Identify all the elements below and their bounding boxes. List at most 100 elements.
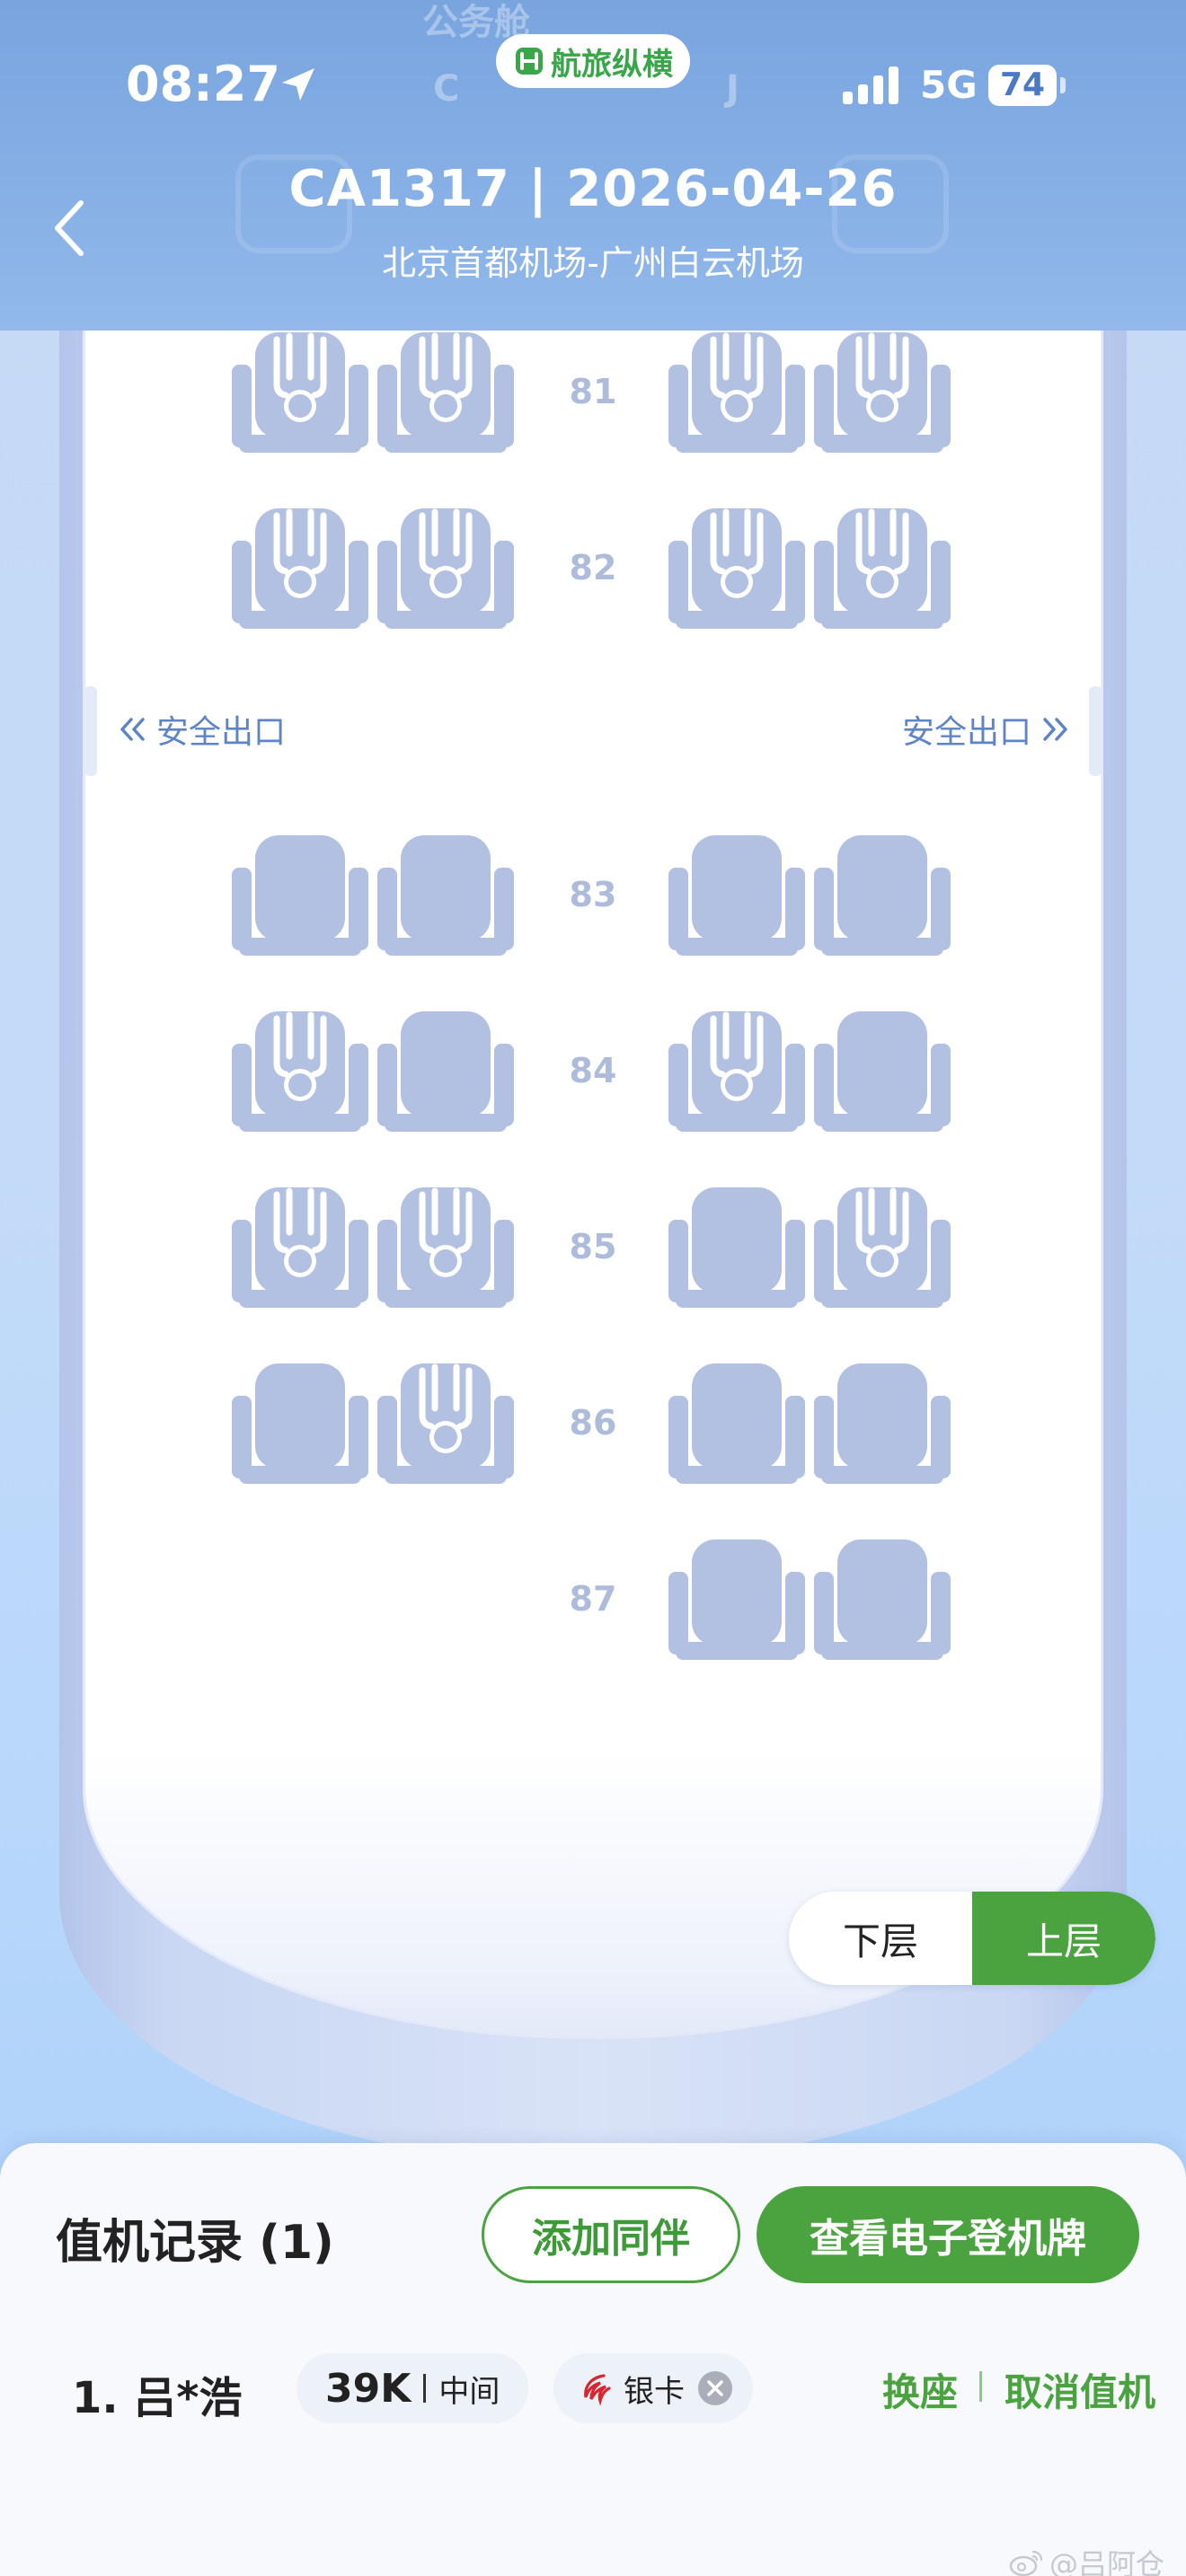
location-arrow-icon (282, 68, 314, 101)
seat-available-icon (814, 835, 951, 956)
seat-available[interactable] (376, 1008, 516, 1135)
seat-available-icon (377, 835, 514, 956)
seat-occupied (667, 329, 807, 456)
seat-available[interactable] (667, 1536, 807, 1663)
seat-occupied (230, 329, 370, 456)
seat-row: 83 (0, 832, 1186, 966)
seat-available[interactable] (812, 832, 952, 959)
seat-chip: 39K 中间 (296, 2353, 529, 2423)
seat-available[interactable] (812, 1008, 952, 1135)
seat-occupied (376, 505, 516, 632)
double-chevron-left-icon (120, 718, 145, 741)
seat-available[interactable] (667, 1184, 807, 1311)
deck-upper-button[interactable]: 上层 (972, 1892, 1155, 1985)
passenger-name: 1. 吕*浩 (72, 2373, 243, 2423)
seat-occupied (230, 1008, 370, 1135)
seat-occupied-icon (377, 332, 514, 453)
seat-available-icon (814, 1363, 951, 1484)
clear-circle-icon[interactable] (695, 2369, 735, 2408)
seat-occupied (812, 329, 952, 456)
checkin-panel-title: 值机记录 (1) (56, 2216, 334, 2270)
seat-available[interactable] (230, 832, 370, 959)
chip-divider (423, 2374, 427, 2403)
seat-occupied (812, 505, 952, 632)
flight-route: 北京首都机场-广州白云机场 (382, 243, 804, 283)
seat-occupied-icon (377, 1187, 514, 1308)
seat-available-icon (814, 1539, 951, 1660)
exit-label-left: 安全出口 (117, 706, 286, 753)
seat-occupied (667, 1008, 807, 1135)
signal-bars-icon (843, 66, 898, 104)
seat-available[interactable] (812, 1360, 952, 1487)
seat-occupied (230, 505, 370, 632)
seat-row: 87 (0, 1536, 1186, 1671)
watermark: @吕阿仓 (1008, 2542, 1164, 2576)
seat-occupied-icon (814, 508, 951, 629)
double-chevron-right-icon (1043, 718, 1067, 741)
seat-available-icon (232, 835, 368, 956)
seat-occupied-icon (232, 1011, 368, 1132)
view-boarding-pass-button[interactable]: 查看电子登机牌 (757, 2186, 1139, 2283)
exit-right-text: 安全出口 (902, 714, 1032, 751)
seat-occupied-icon (814, 1187, 951, 1308)
seat-available[interactable] (230, 1360, 370, 1487)
network-type: 5G (920, 63, 978, 107)
seat-available[interactable] (667, 1360, 807, 1487)
seat-occupied-icon (668, 1011, 805, 1132)
seat-available[interactable] (812, 1536, 952, 1663)
seat-available[interactable] (376, 832, 516, 959)
seat-occupied (376, 329, 516, 456)
status-time: 08:27 (126, 56, 280, 112)
app-badge[interactable]: 航旅纵横 (496, 34, 690, 88)
exit-door-right (1089, 686, 1102, 776)
seat-row: 84 (0, 1008, 1186, 1142)
seat-row: 86 (0, 1360, 1186, 1495)
weibo-icon (1009, 2550, 1043, 2576)
seat-available[interactable] (667, 832, 807, 959)
deck-lower-button[interactable]: 下层 (789, 1892, 972, 1985)
change-seat-link[interactable]: 换座 (882, 2362, 958, 2417)
seat-occupied-icon (377, 1363, 514, 1484)
ghost-col-left: C (433, 68, 460, 110)
seat-occupied-icon (668, 508, 805, 629)
watermark-text: @吕阿仓 (1049, 2547, 1165, 2576)
add-companion-button[interactable]: 添加同伴 (482, 2186, 740, 2283)
seat-row: 85 (0, 1184, 1186, 1319)
seat-occupied (376, 1184, 516, 1311)
exit-left-text: 安全出口 (156, 714, 287, 751)
battery-indicator: 74 (988, 65, 1057, 106)
row-number: 86 (569, 1403, 617, 1442)
seat-available-icon (668, 1539, 805, 1660)
row-number: 81 (569, 372, 617, 411)
seat-occupied-icon (814, 332, 951, 453)
app-badge-label: 航旅纵横 (551, 46, 673, 83)
seat-row: 81 (0, 329, 1186, 463)
exit-door-left (84, 686, 97, 776)
seat-occupied-icon (232, 1187, 368, 1308)
seat-occupied-icon (377, 508, 514, 629)
seat-occupied (812, 1184, 952, 1311)
checkin-panel: 值机记录 (1) 添加同伴 查看电子登机牌 1. 吕*浩 39K 中间 银卡 换… (0, 2143, 1186, 2576)
seat-number: 39K (325, 2365, 412, 2412)
battery-tip (1060, 77, 1066, 93)
seat-occupied (376, 1360, 516, 1487)
flight-title: CA1317 | 2026-04-26 (288, 160, 898, 218)
seat-occupied-icon (232, 332, 368, 453)
deck-toggle: 下层 上层 (789, 1892, 1155, 1985)
seat-available-icon (377, 1011, 514, 1132)
seat-position: 中间 (438, 2373, 500, 2410)
ghost-col-right: J (726, 68, 739, 110)
seat-available-icon (668, 1187, 805, 1308)
seat-occupied-icon (232, 508, 368, 629)
row-number: 87 (569, 1579, 617, 1619)
seat-occupied (667, 505, 807, 632)
seat-available-icon (232, 1363, 368, 1484)
link-divider (979, 2371, 982, 2402)
cancel-checkin-link[interactable]: 取消值机 (1005, 2362, 1155, 2417)
exit-label-right: 安全出口 (902, 706, 1071, 753)
row-number: 85 (569, 1227, 617, 1266)
seat-occupied (230, 1184, 370, 1311)
seat-available-icon (668, 835, 805, 956)
row-number: 84 (569, 1051, 617, 1090)
air-china-logo-icon (584, 2374, 611, 2406)
